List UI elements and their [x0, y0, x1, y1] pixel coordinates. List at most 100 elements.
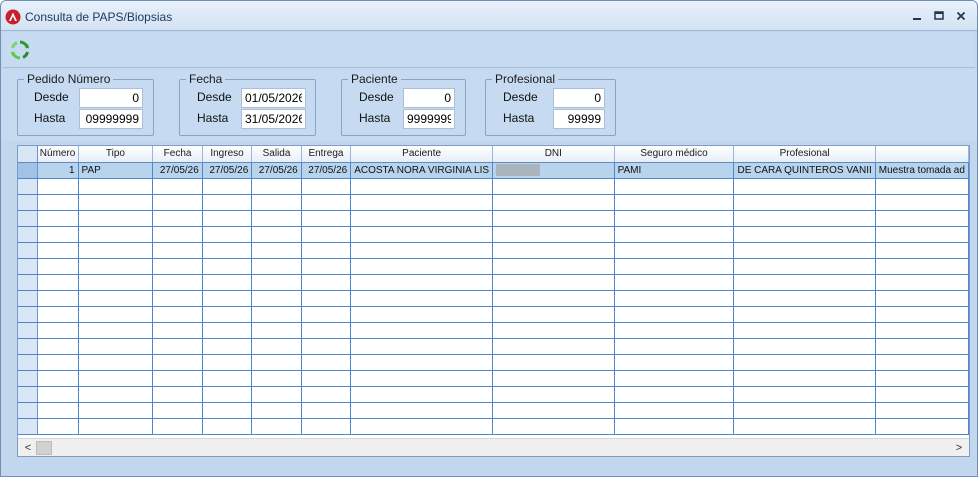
profesional-desde-input[interactable] [553, 88, 605, 108]
empty-cell [37, 242, 79, 259]
empty-table-row[interactable] [18, 306, 969, 323]
empty-cell [733, 258, 876, 275]
empty-table-row[interactable] [18, 210, 969, 227]
column-header-numero[interactable]: Número [37, 146, 79, 163]
empty-table-row[interactable] [18, 226, 969, 243]
cell-observacion: Muestra tomada ad [875, 162, 969, 179]
row-indicator[interactable] [18, 370, 38, 387]
empty-cell [202, 274, 253, 291]
row-indicator[interactable] [18, 210, 38, 227]
column-header-entrega[interactable]: Entrega [301, 146, 352, 163]
maximize-icon [934, 11, 944, 20]
empty-table-row[interactable] [18, 322, 969, 339]
empty-cell [202, 402, 253, 419]
row-indicator[interactable] [18, 242, 38, 259]
empty-cell [78, 370, 154, 387]
fecha-desde-label: Desde [197, 90, 232, 104]
empty-table-row[interactable] [18, 290, 969, 307]
fecha-hasta-input[interactable] [241, 109, 306, 129]
empty-table-row[interactable] [18, 370, 969, 387]
empty-cell [614, 338, 735, 355]
minimize-icon [913, 18, 921, 20]
empty-cell [301, 178, 352, 195]
empty-cell [350, 370, 494, 387]
fecha-desde-input[interactable] [241, 88, 306, 108]
column-header-seguro-medico[interactable]: Seguro médico [614, 146, 735, 163]
empty-cell [251, 258, 302, 275]
row-indicator[interactable] [18, 274, 38, 291]
empty-table-row[interactable] [18, 258, 969, 275]
empty-cell [492, 338, 615, 355]
empty-cell [875, 402, 969, 419]
empty-cell [350, 418, 494, 435]
empty-table-row[interactable] [18, 386, 969, 403]
empty-table-row[interactable] [18, 242, 969, 259]
pedido-desde-input[interactable] [79, 88, 143, 108]
row-indicator[interactable] [18, 194, 38, 211]
empty-cell [875, 258, 969, 275]
empty-cell [614, 210, 735, 227]
empty-cell [37, 338, 79, 355]
results-grid[interactable]: Número Tipo Fecha Ingreso Salida Entrega… [17, 145, 970, 457]
maximize-button[interactable] [929, 7, 949, 25]
empty-table-row[interactable] [18, 338, 969, 355]
row-indicator[interactable] [18, 226, 38, 243]
empty-cell [251, 370, 302, 387]
row-indicator[interactable] [18, 338, 38, 355]
paciente-desde-input[interactable] [403, 88, 455, 108]
table-row[interactable]: 1 PAP 27/05/26 27/05/26 27/05/26 27/05/2… [18, 162, 969, 179]
empty-table-row[interactable] [18, 274, 969, 291]
empty-cell [614, 306, 735, 323]
empty-cell [733, 290, 876, 307]
column-header-dni[interactable]: DNI [492, 146, 615, 163]
close-button[interactable] [951, 7, 971, 25]
column-header-salida[interactable]: Salida [251, 146, 302, 163]
empty-cell [350, 258, 494, 275]
row-indicator[interactable] [18, 354, 38, 371]
empty-cell [37, 370, 79, 387]
scroll-right-button[interactable]: > [951, 440, 967, 456]
row-indicator[interactable] [18, 258, 38, 275]
empty-table-row[interactable] [18, 418, 969, 435]
scroll-thumb[interactable] [36, 441, 52, 455]
empty-cell [350, 210, 494, 227]
row-indicator[interactable] [18, 322, 38, 339]
row-indicator[interactable] [18, 402, 38, 419]
empty-cell [152, 226, 203, 243]
empty-cell [301, 242, 352, 259]
column-header-profesional[interactable]: Profesional [733, 146, 876, 163]
empty-cell [614, 370, 735, 387]
pedido-hasta-input[interactable] [79, 109, 143, 129]
cell-paciente: ACOSTA NORA VIRGINIA LIS [350, 162, 494, 179]
empty-cell [152, 418, 203, 435]
scroll-left-button[interactable]: < [20, 440, 36, 456]
row-indicator[interactable] [18, 162, 38, 179]
empty-table-row[interactable] [18, 194, 969, 211]
refresh-button[interactable] [9, 39, 31, 61]
row-indicator[interactable] [18, 290, 38, 307]
empty-cell [875, 242, 969, 259]
empty-table-row[interactable] [18, 402, 969, 419]
column-header-fecha[interactable]: Fecha [152, 146, 203, 163]
empty-table-row[interactable] [18, 178, 969, 195]
row-indicator[interactable] [18, 306, 38, 323]
horizontal-scrollbar[interactable]: < > [18, 438, 969, 456]
column-header-tipo[interactable]: Tipo [78, 146, 154, 163]
column-header-paciente[interactable]: Paciente [350, 146, 494, 163]
row-indicator[interactable] [18, 418, 38, 435]
row-indicator[interactable] [18, 386, 38, 403]
empty-cell [78, 194, 154, 211]
empty-cell [152, 370, 203, 387]
column-header-extra[interactable] [875, 146, 969, 163]
row-indicator[interactable] [18, 178, 38, 195]
minimize-button[interactable] [907, 7, 927, 25]
empty-cell [492, 354, 615, 371]
grid-header-row: Número Tipo Fecha Ingreso Salida Entrega… [18, 146, 969, 163]
results-table: Número Tipo Fecha Ingreso Salida Entrega… [18, 146, 969, 435]
empty-table-row[interactable] [18, 354, 969, 371]
paciente-hasta-input[interactable] [403, 109, 455, 129]
profesional-hasta-input[interactable] [553, 109, 605, 129]
column-header-ingreso[interactable]: Ingreso [202, 146, 253, 163]
empty-cell [350, 354, 494, 371]
filter-panel: Pedido Número Desde Hasta Fecha Desde Ha… [1, 69, 977, 141]
